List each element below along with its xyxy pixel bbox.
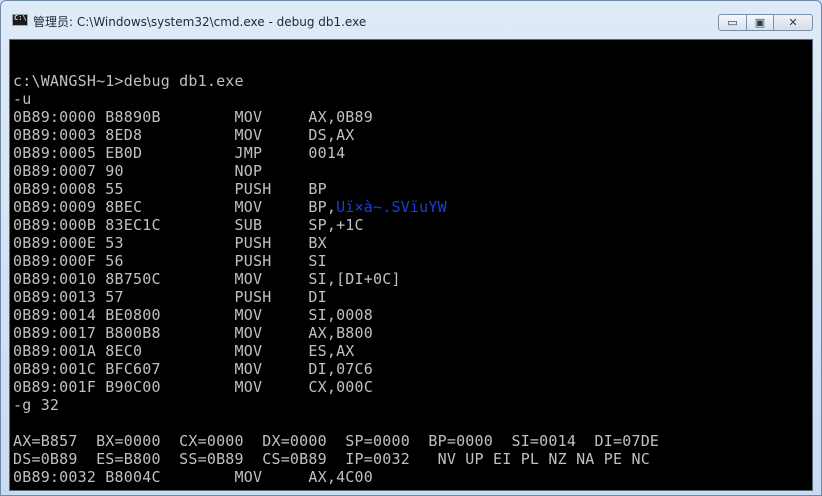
console-line: 0B89:0008 55 PUSH BP (13, 180, 327, 198)
console-line: -u (13, 90, 32, 108)
cmd-window: 管理员: C:\Windows\system32\cmd.exe - debug… (0, 0, 822, 496)
console-area[interactable]: c:\WANGSH~1>debug db1.exe -u 0B89:0000 B… (9, 39, 813, 491)
console-line: 0B89:000F 56 PUSH SI (13, 252, 327, 270)
console-line: 0B89:000B 83EC1C SUB SP,+1C (13, 216, 364, 234)
console-line-with-overlay: 0B89:0009 8BEC MOV BP,Uï×à~.SVïuYW (13, 198, 659, 216)
console-line: 0B89:0000 B8890B MOV AX,0B89 (13, 108, 373, 126)
console-line: 0B89:0014 BE0800 MOV SI,0008 (13, 306, 373, 324)
console-line: 0B89:001F B90C00 MOV CX,000C (13, 378, 373, 396)
window-title: 管理员: C:\Windows\system32\cmd.exe - debug… (33, 15, 367, 29)
maximize-icon: ▣ (754, 16, 766, 29)
console-line: 0B89:000E 53 PUSH BX (13, 234, 327, 252)
console-line: 0B89:0013 57 PUSH DI (13, 288, 327, 306)
title-bar[interactable]: 管理员: C:\Windows\system32\cmd.exe - debug… (1, 1, 821, 39)
console-line: 0B89:0007 90 NOP (13, 162, 263, 180)
console-line: 0B89:001C BFC607 MOV DI,07C6 (13, 360, 373, 378)
cmd-icon[interactable] (12, 14, 28, 26)
maximize-button[interactable]: ▣ (746, 14, 774, 31)
console-line: 0B89:0003 8ED8 MOV DS,AX (13, 126, 355, 144)
console-line: 0B89:0005 EB0D JMP 0014 (13, 144, 346, 162)
minimize-button[interactable]: ▭ (718, 14, 747, 31)
close-icon: ✕ (788, 16, 798, 29)
console-line: 0B89:001A 8EC0 MOV ES,AX (13, 342, 355, 360)
console-line: 0B89:0032 B8004C MOV AX,4C00 (13, 468, 373, 486)
overlay-text: Uï×à~.SVïuYW (336, 198, 447, 216)
minimize-icon: ▭ (727, 16, 738, 29)
close-button[interactable]: ✕ (773, 14, 813, 31)
console-line: c:\WANGSH~1>debug db1.exe (13, 72, 244, 90)
console-line-text: 0B89:0009 8BEC MOV BP, (13, 198, 337, 216)
console-output: c:\WANGSH~1>debug db1.exe -u 0B89:0000 B… (13, 54, 660, 490)
prompt-line[interactable] (13, 486, 659, 490)
console-line: 0B89:0010 8B750C MOV SI,[DI+0C] (13, 270, 401, 288)
console-line: 0B89:0017 B800B8 MOV AX,B800 (13, 324, 373, 342)
console-line: DS=0B89 ES=B800 SS=0B89 CS=0B89 IP=0032 … (13, 450, 650, 468)
console-line: -g 32 (13, 396, 60, 414)
console-line: AX=B857 BX=0000 CX=0000 DX=0000 SP=0000 … (13, 432, 660, 450)
